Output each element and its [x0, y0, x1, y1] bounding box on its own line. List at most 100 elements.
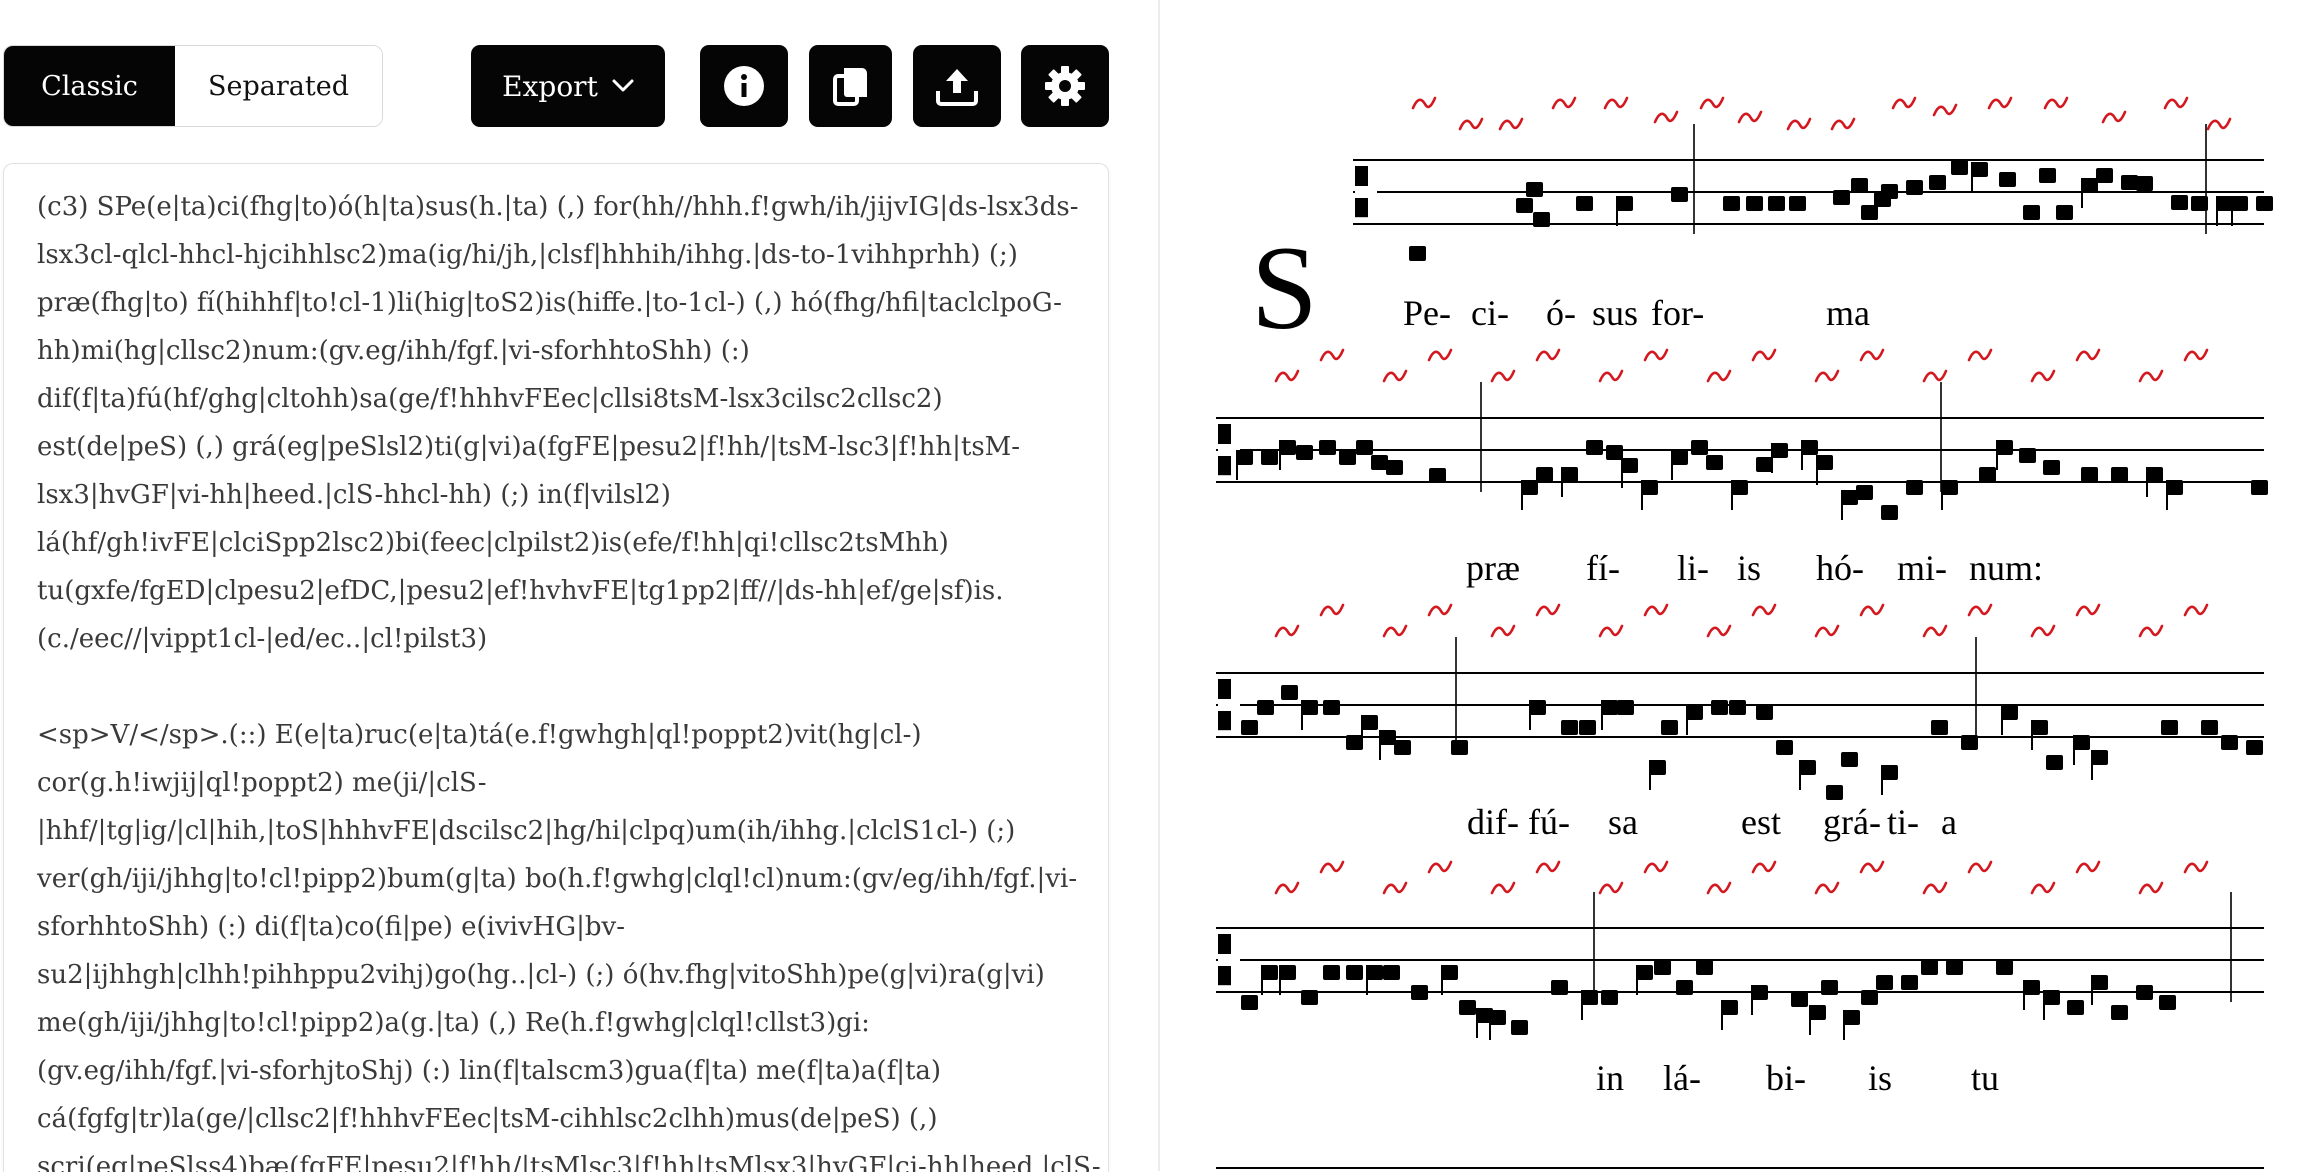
episema-mark — [1603, 96, 1629, 110]
note-punctum — [1901, 975, 1918, 990]
note-punctum — [1881, 505, 1898, 520]
note-punctum — [1661, 720, 1678, 735]
episema-mark — [1382, 624, 1408, 638]
episema-mark — [1891, 96, 1917, 110]
note-punctum — [2221, 735, 2238, 750]
code-line: (c./eec//|vippt1cl-|ed/ec..|cl!pilst3) — [37, 624, 488, 654]
episema-mark — [2030, 369, 2056, 383]
note-punctum — [1686, 705, 1703, 720]
note-punctum — [1383, 965, 1400, 980]
note-punctum — [1696, 960, 1713, 975]
episema-mark — [1427, 860, 1453, 874]
info-button[interactable] — [700, 45, 788, 127]
note-punctum — [1676, 980, 1693, 995]
note-punctum — [1261, 965, 1278, 980]
code-line: lá(hf/gh!ivFE|clciSpp2lsc2)bi(feec|clpil… — [37, 528, 949, 558]
note-punctum — [1691, 440, 1708, 455]
note-punctum — [1841, 490, 1858, 505]
note-punctum — [1379, 730, 1396, 745]
episema-mark — [1319, 860, 1345, 874]
note-punctum — [1649, 760, 1666, 775]
note-punctum — [1339, 450, 1356, 465]
episema-mark — [1551, 96, 1577, 110]
note-punctum — [2031, 720, 2048, 735]
note-punctum — [1881, 184, 1898, 199]
episema-mark — [1737, 110, 1763, 124]
note-punctum — [2136, 176, 2153, 191]
note-punctum — [2091, 750, 2108, 765]
episema-mark — [1751, 603, 1777, 617]
lyric-syllable: hó- — [1816, 548, 1864, 588]
upload-button[interactable] — [913, 45, 1001, 127]
episema-mark — [1814, 624, 1840, 638]
code-line: su2|ijhhgh|clhh!pihhppu2vihj)go(hg..|cl-… — [37, 960, 1045, 990]
note-punctum — [1756, 457, 1773, 472]
lyric-syllable: dif- — [1467, 802, 1519, 842]
export-button[interactable]: Export — [471, 45, 665, 127]
code-line: hh)mi(hg|cllsc2)num:(gv.eg/ihh/fgf.|vi-s… — [37, 336, 750, 366]
code-line: ver(gh/iji/jhhg|to!cl!pipp2)bum(g|ta) bo… — [37, 864, 1078, 894]
note-punctum — [2231, 196, 2248, 211]
note-punctum — [1723, 196, 1740, 211]
note-punctum — [2171, 195, 2188, 210]
score-preview: S Pe-ci-ó-sus for-ma præ fí-li-is hó-mi-num:… — [1161, 0, 2321, 1171]
note-punctum — [1441, 965, 1458, 980]
note-punctum — [1526, 182, 1543, 197]
note-punctum — [1296, 445, 1313, 460]
note-punctum — [1816, 455, 1833, 470]
episema-mark — [2206, 117, 2232, 131]
separated-mode-button[interactable]: Separated — [175, 46, 382, 126]
settings-button[interactable] — [1021, 45, 1109, 127]
note-punctum — [1319, 440, 1336, 455]
episema-mark — [2075, 603, 2101, 617]
note-punctum — [1551, 980, 1568, 995]
note-punctum — [1711, 700, 1728, 715]
lyric-syllable: for- — [1651, 293, 1704, 333]
note-punctum — [2216, 196, 2233, 211]
note-punctum — [2246, 740, 2263, 755]
note-punctum — [1323, 700, 1340, 715]
copy-icon — [832, 68, 867, 106]
gabc-code-editor[interactable]: (c3) SPe(e|ta)ci(fhg|to)ó(h|ta)sus(h.|ta… — [3, 163, 1109, 1172]
lyric-syllable: is — [1868, 1058, 1892, 1098]
note-punctum — [1768, 196, 1785, 211]
code-line: cor(g.h!iwjij|ql!poppt2) me(ji/|clS- — [37, 768, 487, 798]
note-punctum — [2159, 995, 2176, 1010]
code-line: <sp>V/</sp>.(::) E(e|ta)ruc(e|ta)tá(e.f!… — [37, 720, 922, 750]
episema-mark — [1967, 603, 1993, 617]
note-punctum — [1356, 440, 1373, 455]
lyric-syllable: ci- — [1471, 293, 1509, 333]
note-punctum — [2067, 1000, 2084, 1015]
note-punctum — [1776, 740, 1793, 755]
note-punctum — [1921, 960, 1938, 975]
note-punctum — [2073, 735, 2090, 750]
copy-button[interactable] — [809, 45, 892, 127]
note-punctum — [1361, 715, 1378, 730]
note-punctum — [1856, 485, 1873, 500]
note-punctum — [1961, 735, 1978, 750]
gabc-text: (c3) SPe(e|ta)ci(fhg|to)ó(h|ta)sus(h.|ta… — [37, 183, 1101, 1172]
episema-mark — [2163, 96, 2189, 110]
note-punctum — [1601, 700, 1618, 715]
note-punctum — [2146, 467, 2163, 482]
lyric-syllable: Pe- — [1403, 293, 1451, 333]
pane-divider[interactable] — [1158, 0, 1160, 1171]
note-punctum — [1581, 990, 1598, 1005]
note-punctum — [1346, 735, 1363, 750]
note-punctum — [1323, 965, 1340, 980]
episema-mark — [1967, 860, 1993, 874]
episema-mark — [1786, 117, 1812, 131]
code-line: dif(f|ta)fú(hf/ghg|cltohh)sa(ge/f!hhhvFE… — [37, 384, 943, 414]
lyric-syllable: bi- — [1766, 1058, 1806, 1098]
note-punctum — [1281, 685, 1298, 700]
classic-mode-button[interactable]: Classic — [4, 46, 175, 126]
episema-mark — [1274, 369, 1300, 383]
note-punctum — [2043, 990, 2060, 1005]
note-punctum — [1616, 196, 1633, 211]
code-line: |hhf/|tg|ig/|cl|hih,|toS|hhhvFE|dscilsc2… — [37, 816, 1016, 846]
note-punctum — [1851, 178, 1868, 193]
episema-mark — [1922, 369, 1948, 383]
note-punctum — [1636, 965, 1653, 980]
staff-system: præ fí-li-is hó-mi-num: — [1216, 348, 2268, 588]
note-punctum — [2091, 975, 2108, 990]
